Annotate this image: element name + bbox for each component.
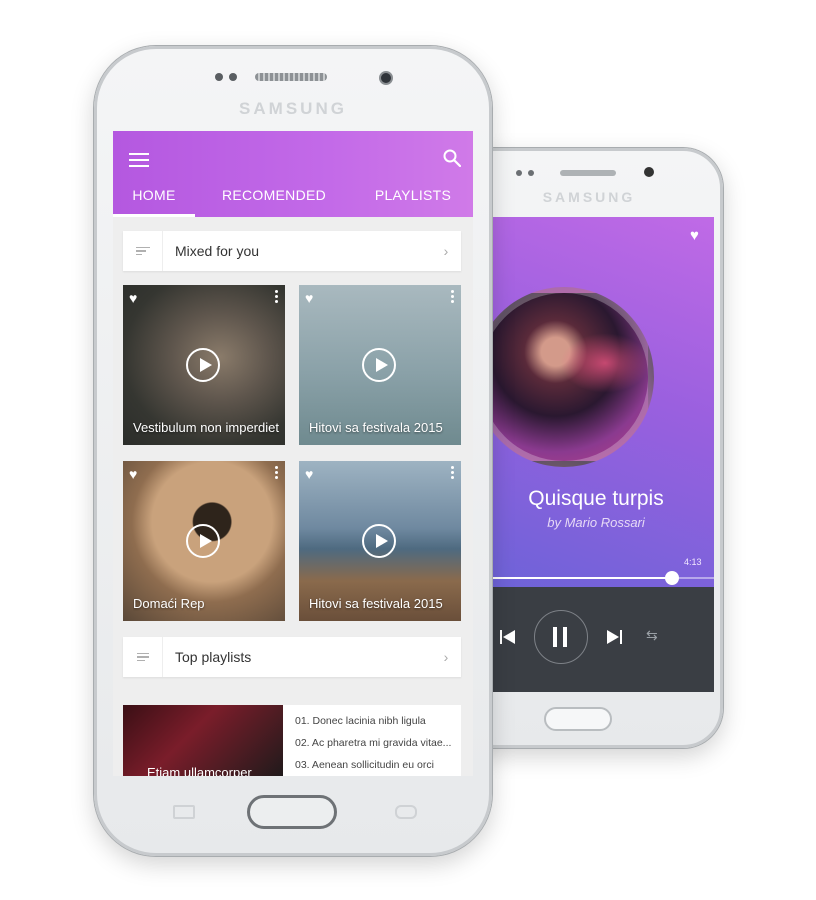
play-circle-icon[interactable] bbox=[362, 524, 396, 558]
more-vert-icon[interactable] bbox=[451, 466, 454, 481]
home-button[interactable] bbox=[247, 795, 337, 829]
earpiece-speaker bbox=[255, 73, 327, 81]
playlist-tile[interactable]: ♥ Domaći Rep bbox=[123, 461, 285, 621]
shuffle-icon[interactable]: ⇆ bbox=[646, 627, 658, 644]
skip-next-icon[interactable] bbox=[606, 629, 622, 645]
section-title: Mixed for you bbox=[175, 243, 260, 259]
tab-playlists[interactable]: PLAYLISTS bbox=[353, 187, 473, 217]
track-item[interactable]: 03. Aenean sollicitudin eu orci bbox=[295, 759, 455, 776]
recent-apps-key[interactable] bbox=[173, 805, 195, 819]
heart-icon[interactable]: ♥ bbox=[129, 290, 137, 306]
pause-icon bbox=[553, 627, 557, 647]
tab-bar: HOME RECOMENDED PLAYLISTS bbox=[113, 187, 473, 217]
skip-previous-icon[interactable] bbox=[500, 629, 516, 645]
sort-icon bbox=[123, 231, 163, 271]
search-icon[interactable] bbox=[443, 149, 461, 167]
track-item[interactable]: 01. Donec lacinia nibh ligula bbox=[295, 715, 455, 737]
tile-title: Hitovi sa festivala 2015 bbox=[309, 596, 443, 611]
song-artist: by Mario Rossari bbox=[547, 515, 645, 530]
progress-bar[interactable] bbox=[478, 571, 714, 585]
home-button[interactable] bbox=[544, 707, 612, 731]
earpiece-speaker bbox=[560, 170, 616, 176]
playback-controls: ⇆ bbox=[478, 587, 714, 692]
tile-title: Vestibulum non imperdiet bbox=[133, 420, 279, 435]
play-circle-icon[interactable] bbox=[186, 524, 220, 558]
playlist-tile[interactable]: ♥ Hitovi sa festivala 2015 bbox=[299, 285, 461, 445]
tab-recommended[interactable]: RECOMENDED bbox=[195, 187, 353, 217]
more-vert-icon[interactable] bbox=[451, 290, 454, 305]
pause-button[interactable] bbox=[534, 610, 588, 664]
player-screen: ♥ Quisque turpis by Mario Rossari 4:13 ⇆ bbox=[478, 217, 714, 692]
sensor-dot bbox=[516, 170, 522, 176]
app-header: HOME RECOMENDED PLAYLISTS bbox=[113, 131, 473, 217]
pause-icon bbox=[563, 627, 567, 647]
heart-icon[interactable]: ♥ bbox=[305, 290, 313, 306]
top-playlists-card[interactable]: Top playlists › bbox=[123, 637, 461, 677]
menu-icon[interactable] bbox=[129, 153, 149, 167]
tab-home[interactable]: HOME bbox=[113, 187, 195, 217]
sensor-dot bbox=[528, 170, 534, 176]
back-phone: SAMSUNG ♥ Quisque turpis by Mario Rossar… bbox=[455, 148, 723, 748]
tile-title: Domaći Rep bbox=[133, 596, 205, 611]
heart-icon[interactable]: ♥ bbox=[129, 466, 137, 482]
tile-title: Hitovi sa festivala 2015 bbox=[309, 420, 443, 435]
album-art bbox=[478, 287, 654, 467]
brand-logo: SAMSUNG bbox=[239, 99, 347, 118]
front-camera bbox=[379, 71, 393, 85]
heart-icon[interactable]: ♥ bbox=[305, 466, 313, 482]
brand-logo: SAMSUNG bbox=[542, 189, 636, 205]
more-vert-icon[interactable] bbox=[275, 466, 278, 481]
chevron-right-icon: › bbox=[443, 243, 449, 259]
progress-knob[interactable] bbox=[664, 571, 679, 585]
duration-label: 4:13 bbox=[684, 557, 702, 567]
heart-icon[interactable]: ♥ bbox=[690, 227, 699, 244]
section-title: Top playlists bbox=[175, 649, 252, 665]
song-title: Quisque turpis bbox=[528, 487, 664, 510]
front-phone: SAMSUNG HOME RECOMENDED PLAYLISTS Mixed … bbox=[94, 46, 492, 856]
track-item[interactable]: 02. Ac pharetra mi gravida vitae... bbox=[295, 737, 455, 759]
progress-fill bbox=[478, 577, 672, 579]
playlist-thumbnail: Etiam ullamcorper bbox=[123, 705, 283, 776]
mixed-for-you-card[interactable]: Mixed for you › bbox=[123, 231, 461, 271]
playlist-title: Etiam ullamcorper bbox=[147, 765, 252, 776]
chevron-right-icon: › bbox=[443, 649, 449, 665]
playlist-tile[interactable]: ♥ Vestibulum non imperdiet bbox=[123, 285, 285, 445]
playlist-tile[interactable]: ♥ Hitovi sa festivala 2015 bbox=[299, 461, 461, 621]
playlist-icon bbox=[123, 637, 163, 677]
app-screen: HOME RECOMENDED PLAYLISTS Mixed for you … bbox=[113, 131, 473, 776]
play-circle-icon[interactable] bbox=[362, 348, 396, 382]
sensor-dot bbox=[215, 73, 223, 81]
more-vert-icon[interactable] bbox=[275, 290, 278, 305]
track-list: 01. Donec lacinia nibh ligula 02. Ac pha… bbox=[295, 715, 455, 776]
back-key[interactable] bbox=[395, 805, 417, 819]
front-camera bbox=[644, 167, 654, 177]
sensor-dot bbox=[229, 73, 237, 81]
play-circle-icon[interactable] bbox=[186, 348, 220, 382]
top-playlist-item[interactable]: Etiam ullamcorper 01. Donec lacinia nibh… bbox=[123, 705, 461, 776]
